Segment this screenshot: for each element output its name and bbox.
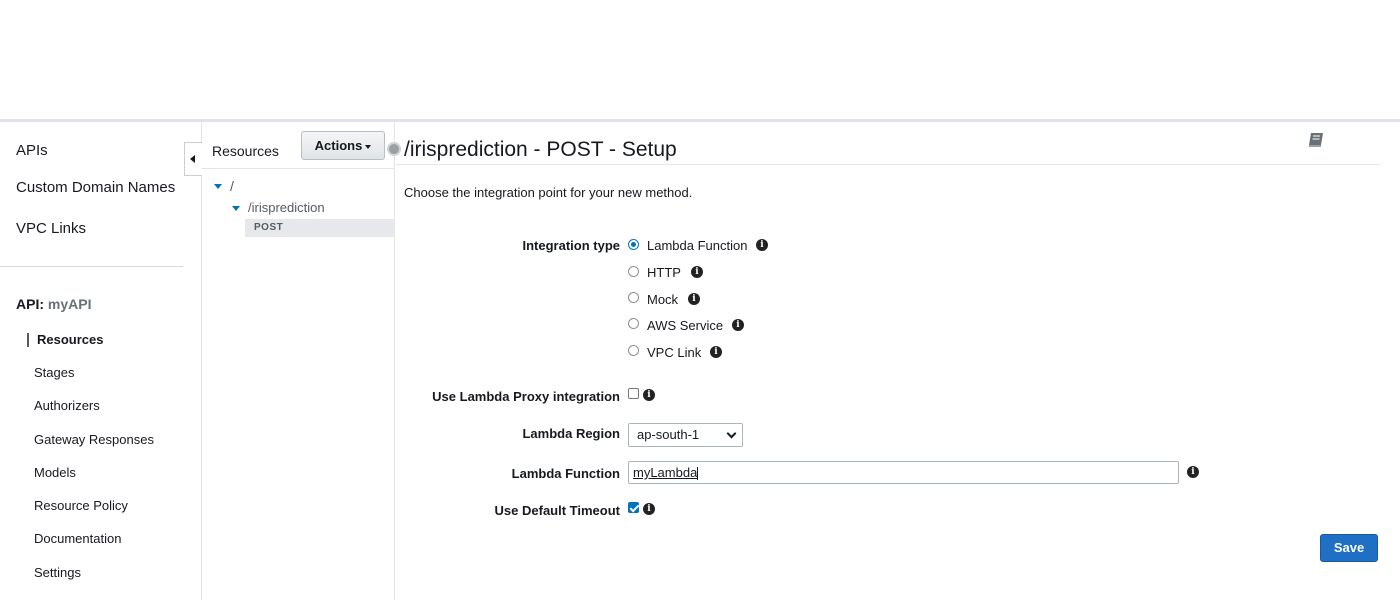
integration-type-label: Integration type [522, 238, 620, 253]
nav-item-resource-policy[interactable]: Resource Policy [34, 498, 128, 513]
left-navigation: APIs Custom Domain Names VPC Links API: … [0, 122, 202, 600]
nav-item-models[interactable]: Models [34, 465, 76, 480]
expand-child-icon[interactable] [232, 206, 240, 211]
proxy-integration-label: Use Lambda Proxy integration [432, 389, 620, 404]
default-timeout-checkbox[interactable] [628, 502, 639, 513]
text-cursor [697, 467, 699, 481]
radio-vpc-link[interactable] [628, 345, 639, 356]
nav-item-apis[interactable]: APIs [16, 142, 48, 159]
api-heading: API: myAPI [16, 296, 91, 312]
documentation-icon[interactable] [1307, 132, 1325, 148]
nav-item-documentation[interactable]: Documentation [34, 531, 121, 546]
info-icon[interactable]: i [691, 266, 703, 278]
panel-resize-handle[interactable] [387, 142, 401, 156]
nav-item-custom-domain-names[interactable]: Custom Domain Names [16, 179, 175, 196]
lambda-function-input[interactable]: myLambda [628, 461, 1179, 484]
tree-node-irisprediction[interactable]: /irisprediction [248, 200, 325, 215]
tree-node-post-method[interactable]: POST [245, 219, 395, 237]
active-indicator [27, 333, 29, 347]
chevron-down-icon [726, 428, 737, 439]
nav-item-resources[interactable]: Resources [37, 332, 103, 347]
method-label: POST [254, 222, 284, 233]
option-label-vpc-link[interactable]: VPC Link [647, 345, 701, 360]
option-label-mock[interactable]: Mock [647, 292, 678, 307]
info-icon[interactable]: i [1187, 466, 1199, 478]
default-timeout-label: Use Default Timeout [494, 503, 620, 518]
nav-item-stages[interactable]: Stages [34, 365, 74, 380]
nav-item-gateway-responses[interactable]: Gateway Responses [34, 432, 154, 447]
option-label-aws-service[interactable]: AWS Service [647, 318, 723, 333]
actions-button[interactable]: Actions [301, 131, 385, 160]
caret-left-icon [190, 155, 195, 163]
proxy-integration-checkbox[interactable] [628, 388, 639, 399]
radio-http[interactable] [628, 266, 639, 277]
actions-label: Actions [314, 138, 363, 153]
tree-node-root[interactable]: / [230, 178, 234, 194]
radio-lambda-function[interactable] [628, 239, 639, 250]
radio-aws-service[interactable] [628, 318, 639, 329]
collapse-nav-button[interactable] [184, 142, 202, 176]
save-button[interactable]: Save [1320, 534, 1378, 562]
option-label-http[interactable]: HTTP [647, 265, 681, 280]
api-prefix: API: [16, 296, 44, 312]
lambda-region-select[interactable]: ap-south-1 [628, 423, 743, 447]
resources-panel: Resources Actions / /irisprediction POST [202, 122, 395, 600]
resources-label: Resources [212, 143, 279, 159]
page-title: /irisprediction - POST - Setup [404, 138, 677, 161]
nav-item-authorizers[interactable]: Authorizers [34, 398, 100, 413]
intro-text: Choose the integration point for your ne… [404, 185, 693, 200]
radio-mock[interactable] [628, 292, 639, 303]
caret-down-icon [365, 144, 372, 149]
nav-item-vpc-links[interactable]: VPC Links [16, 220, 86, 237]
api-name: myAPI [47, 296, 92, 312]
lambda-region-value: ap-south-1 [637, 427, 700, 442]
lambda-region-label: Lambda Region [522, 426, 620, 441]
expand-root-icon[interactable] [214, 184, 222, 189]
info-icon[interactable]: i [688, 293, 700, 305]
lambda-function-label: Lambda Function [511, 466, 620, 481]
lambda-function-value: myLambda [633, 465, 698, 480]
option-label-lambda-function[interactable]: Lambda Function [647, 238, 747, 253]
nav-divider [0, 266, 183, 267]
nav-item-settings[interactable]: Settings [34, 565, 81, 580]
info-icon[interactable]: i [643, 389, 655, 401]
info-icon[interactable]: i [756, 239, 768, 251]
info-icon[interactable]: i [732, 319, 744, 331]
info-icon[interactable]: i [710, 346, 722, 358]
info-icon[interactable]: i [643, 503, 655, 515]
title-divider [396, 164, 1380, 165]
tree-divider [202, 168, 395, 169]
